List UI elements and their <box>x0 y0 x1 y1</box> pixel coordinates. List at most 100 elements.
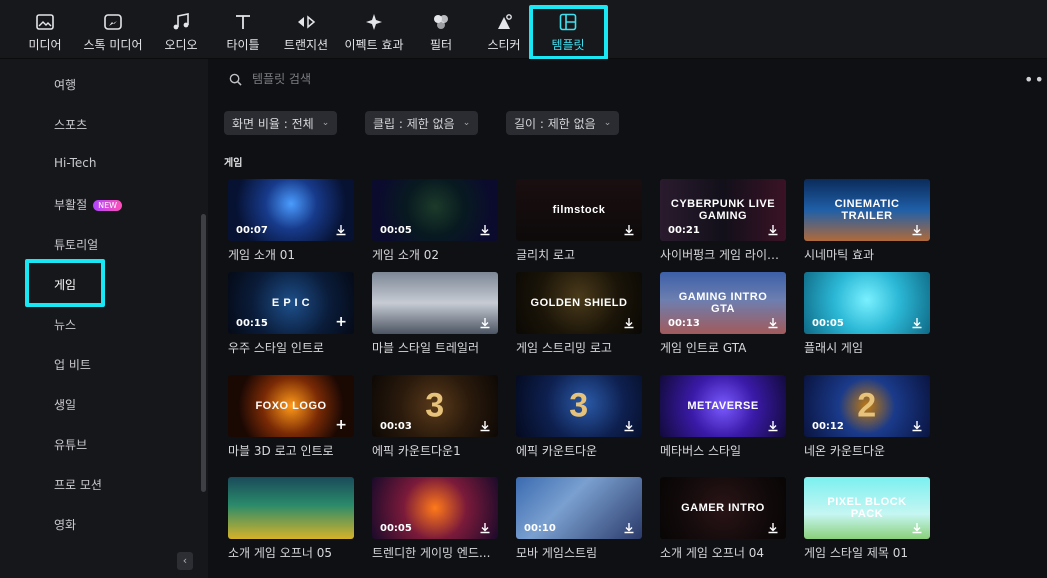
tool-audio[interactable]: 오디오 <box>162 8 200 56</box>
download-icon[interactable] <box>478 520 492 534</box>
template-card[interactable]: GAMER INTRO 소개 게임 오프너 04 <box>660 477 786 561</box>
tool-stock-media[interactable]: 스톡 미디어 <box>80 8 146 56</box>
template-thumbnail[interactable]: E P I C 00:15 + <box>228 272 354 334</box>
template-thumbnail[interactable]: 00:05 <box>804 272 930 334</box>
template-thumbnail[interactable]: 00:05 <box>372 179 498 241</box>
download-icon[interactable] <box>766 520 780 534</box>
sidebar-scrollbar[interactable] <box>201 214 206 492</box>
template-card-label: 시네마틱 효과 <box>804 248 875 262</box>
template-card-label: 글리치 로고 <box>516 248 576 262</box>
template-card[interactable]: FOXO LOGO + 마블 3D 로고 인트로 <box>228 375 354 459</box>
download-icon[interactable] <box>622 520 636 534</box>
download-icon[interactable] <box>622 315 636 329</box>
template-thumbnail[interactable] <box>372 272 498 334</box>
filter-clip[interactable]: 클립 : 제한 없음 ⌄ <box>365 111 479 135</box>
text-t-icon <box>236 15 250 29</box>
template-card[interactable]: 2 00:12 네온 카운트다운 <box>804 375 930 459</box>
template-card-label: 플래시 게임 <box>804 341 864 355</box>
download-icon[interactable] <box>910 315 924 329</box>
template-thumbnail[interactable]: PIXEL BLOCK PACK <box>804 477 930 539</box>
template-thumbnail[interactable]: filmstock <box>516 179 642 241</box>
sidebar-item-promotion[interactable]: 프로 모션 <box>54 476 102 493</box>
sidebar-item-birthday[interactable]: 생일 <box>54 396 76 413</box>
tool-effects[interactable]: 이펙트 효과 <box>341 8 407 56</box>
download-icon[interactable] <box>622 222 636 236</box>
template-thumbnail[interactable]: FOXO LOGO + <box>228 375 354 437</box>
template-card[interactable]: E P I C 00:15 + 우주 스타일 인트로 <box>228 272 354 356</box>
template-card[interactable]: 3 에픽 카운트다운 <box>516 375 642 459</box>
template-card[interactable]: 00:10 모바 게임스트림 <box>516 477 642 561</box>
template-thumbnail[interactable]: 2 00:12 <box>804 375 930 437</box>
filter-aspect-ratio[interactable]: 화면 비율 : 전체 ⌄ <box>224 111 338 135</box>
download-icon[interactable] <box>334 222 348 236</box>
more-options-icon[interactable]: ••• <box>1024 70 1047 89</box>
template-card[interactable]: 00:05 트렌디한 게이밍 엔드... <box>372 477 498 561</box>
download-icon[interactable] <box>766 315 780 329</box>
sidebar-item-youtube[interactable]: 유튜브 <box>54 436 87 453</box>
template-thumbnail[interactable]: 3 00:03 <box>372 375 498 437</box>
template-thumbnail[interactable]: METAVERSE <box>660 375 786 437</box>
sidebar-item-easter[interactable]: 부활절 NEW <box>54 196 123 213</box>
thumbnail-title-text: E P I C <box>271 296 311 309</box>
template-card[interactable]: CINEMATIC TRAILER 시네마틱 효과 <box>804 179 930 263</box>
filter-length[interactable]: 길이 : 제한 없음 ⌄ <box>506 111 620 135</box>
tool-title[interactable]: 타이틀 <box>223 8 263 56</box>
template-thumbnail[interactable]: CINEMATIC TRAILER <box>804 179 930 241</box>
download-icon[interactable] <box>478 315 492 329</box>
template-card[interactable]: 00:05 플래시 게임 <box>804 272 930 356</box>
sidebar-item-upbeat[interactable]: 업 비트 <box>54 356 91 373</box>
template-thumbnail[interactable]: GAMING INTRO GTA 00:13 <box>660 272 786 334</box>
duration-label: 00:03 <box>380 421 412 432</box>
sticker-icon <box>498 14 512 29</box>
template-card[interactable]: filmstock 글리치 로고 <box>516 179 642 263</box>
template-thumbnail[interactable]: 00:10 <box>516 477 642 539</box>
sidebar-item-hitech[interactable]: Hi-Tech <box>54 156 96 170</box>
template-card[interactable]: 00:07 게임 소개 01 <box>228 179 354 263</box>
tool-media[interactable]: 미디어 <box>26 8 64 56</box>
download-icon[interactable] <box>478 222 492 236</box>
template-card[interactable]: 3 00:03 에픽 카운트다운1 <box>372 375 498 459</box>
template-thumbnail[interactable]: GAMER INTRO <box>660 477 786 539</box>
tool-effects-label: 이펙트 효과 <box>344 38 404 52</box>
template-card[interactable]: CYBERPUNK LIVE GAMING 00:21 사이버펑크 게임 라이브..… <box>660 179 786 263</box>
template-thumbnail[interactable]: GOLDEN SHIELD <box>516 272 642 334</box>
template-thumbnail[interactable]: 00:07 <box>228 179 354 241</box>
filter-length-label: 길이 : 제한 없음 <box>514 116 596 131</box>
download-icon[interactable] <box>766 222 780 236</box>
template-card[interactable]: PIXEL BLOCK PACK 게임 스타일 제목 01 <box>804 477 930 561</box>
download-icon[interactable] <box>478 418 492 432</box>
template-card-label: 게임 인트로 GTA <box>660 341 747 355</box>
download-icon[interactable] <box>766 418 780 432</box>
download-icon[interactable] <box>622 418 636 432</box>
template-card-label: 마블 스타일 트레일러 <box>372 341 479 355</box>
download-icon[interactable] <box>910 418 924 432</box>
collapse-sidebar-button[interactable]: ‹ <box>177 552 193 570</box>
template-thumbnail[interactable]: CYBERPUNK LIVE GAMING 00:21 <box>660 179 786 241</box>
tool-transition[interactable]: 트랜지션 <box>280 8 332 56</box>
template-card[interactable]: 00:05 게임 소개 02 <box>372 179 498 263</box>
template-thumbnail[interactable]: 3 <box>516 375 642 437</box>
template-card[interactable]: GAMING INTRO GTA 00:13 게임 인트로 GTA <box>660 272 786 356</box>
tool-sticker[interactable]: 스티커 <box>484 8 524 56</box>
template-card[interactable]: 마블 스타일 트레일러 <box>372 272 498 356</box>
filter-aspect-ratio-label: 화면 비율 : 전체 <box>232 116 314 131</box>
sidebar-item-tutorial[interactable]: 튜토리얼 <box>54 236 98 253</box>
add-icon[interactable]: + <box>335 417 347 433</box>
sidebar-item-travel[interactable]: 여행 <box>54 76 76 93</box>
add-icon[interactable]: + <box>335 314 347 330</box>
template-thumbnail[interactable] <box>228 477 354 539</box>
thumbnail-title-text: CYBERPUNK LIVE GAMING <box>670 197 776 222</box>
thumbnail-title-text: PIXEL BLOCK PACK <box>827 495 907 520</box>
download-icon[interactable] <box>910 520 924 534</box>
template-card[interactable]: 소개 게임 오프너 05 <box>228 477 354 561</box>
sidebar-item-movie[interactable]: 영화 <box>54 516 76 533</box>
template-card[interactable]: METAVERSE 메타버스 스타일 <box>660 375 786 459</box>
tool-filter[interactable]: 필터 <box>422 8 460 56</box>
sidebar-item-sports[interactable]: 스포츠 <box>54 116 87 133</box>
sidebar-item-news[interactable]: 뉴스 <box>54 316 76 333</box>
download-icon[interactable] <box>910 222 924 236</box>
template-thumbnail[interactable]: 00:05 <box>372 477 498 539</box>
tool-stock-media-label: 스톡 미디어 <box>83 38 143 52</box>
search-input[interactable] <box>252 72 512 86</box>
template-card[interactable]: GOLDEN SHIELD 게임 스트리밍 로고 <box>516 272 642 356</box>
